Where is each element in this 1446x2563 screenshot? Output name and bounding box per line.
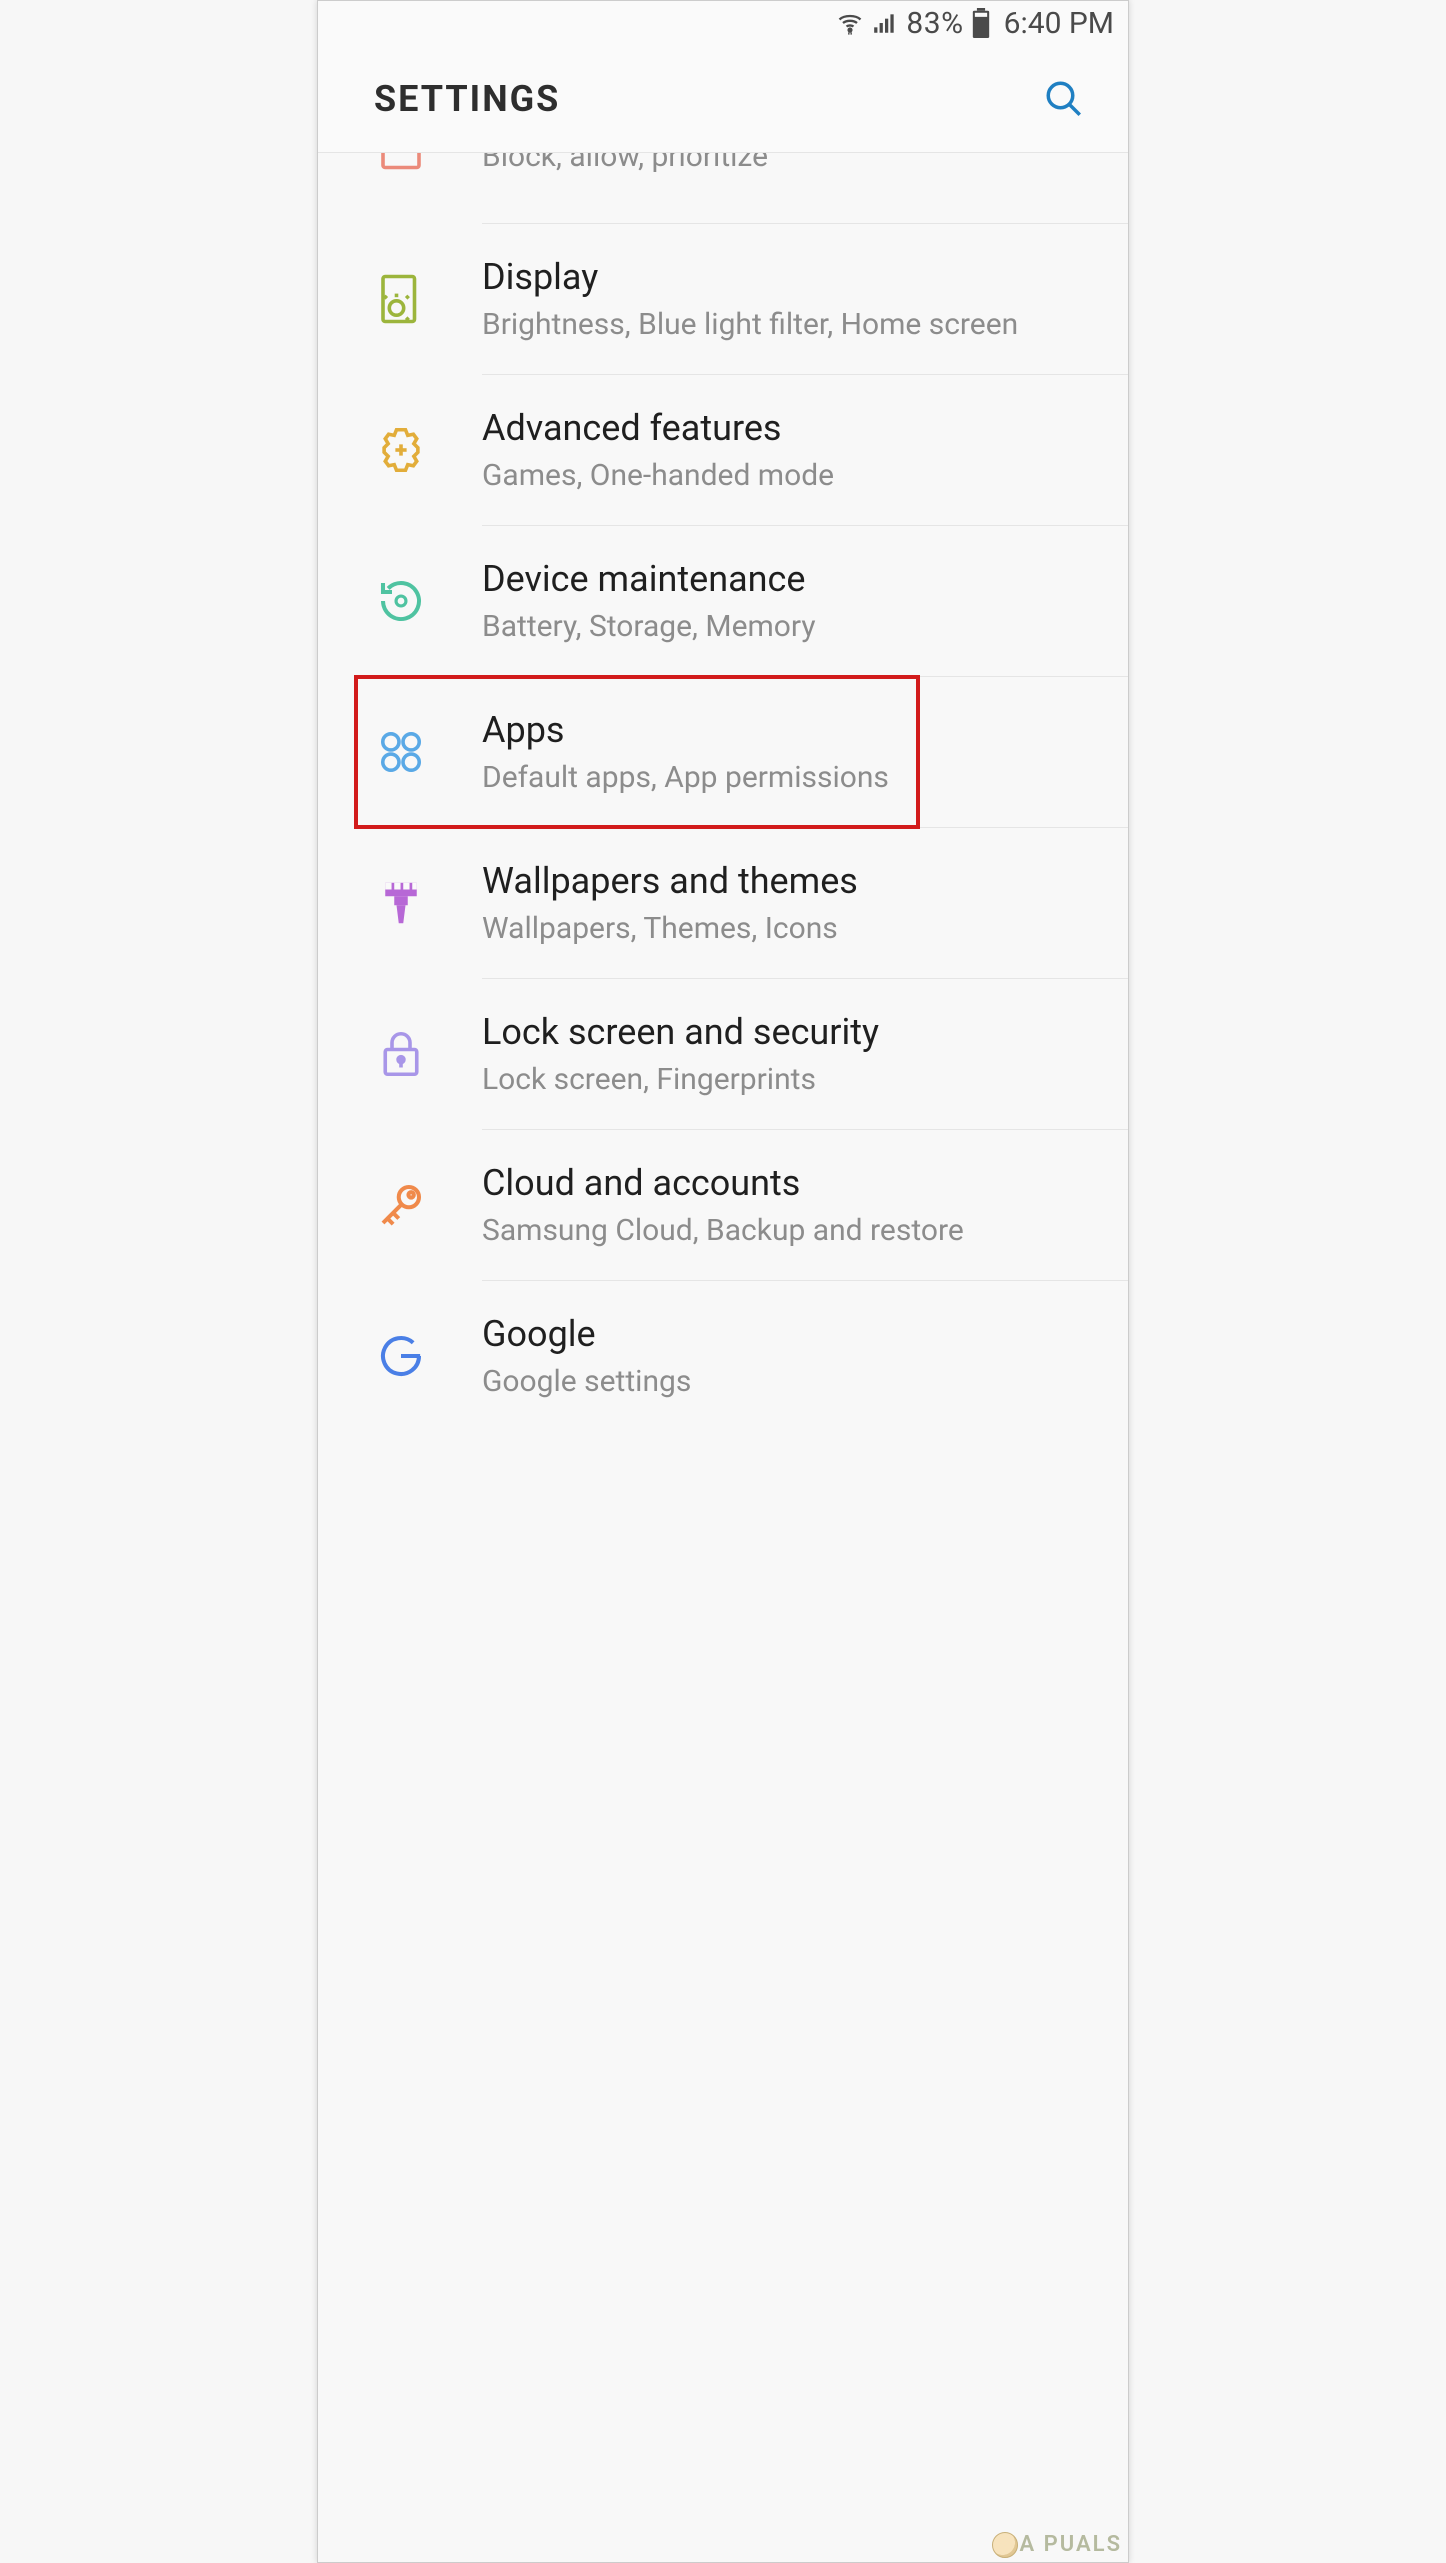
search-icon: [1043, 78, 1085, 120]
app-header: SETTINGS: [318, 45, 1128, 153]
google-g-icon: [374, 1329, 428, 1383]
item-subtitle: Games, One-handed mode: [482, 457, 1088, 495]
item-title: Cloud and accounts: [482, 1161, 1088, 1206]
gear-plus-icon: [374, 423, 428, 477]
settings-item-google[interactable]: Google Google settings: [318, 1281, 1128, 1431]
item-subtitle: Samsung Cloud, Backup and restore: [482, 1212, 1088, 1250]
item-subtitle: Lock screen, Fingerprints: [482, 1061, 1088, 1099]
lock-icon: [374, 1027, 428, 1081]
settings-item-notifications-partial[interactable]: Block, allow, prioritize: [318, 153, 1128, 223]
settings-item-maintenance[interactable]: Device maintenance Battery, Storage, Mem…: [318, 526, 1128, 676]
item-title: Device maintenance: [482, 557, 1088, 602]
display-icon: [374, 272, 428, 326]
clock-time: 6:40 PM: [1004, 6, 1114, 41]
battery-icon: [972, 8, 990, 38]
item-title: Wallpapers and themes: [482, 859, 1088, 904]
settings-item-wallpapers[interactable]: Wallpapers and themes Wallpapers, Themes…: [318, 828, 1128, 978]
status-bar: 83% 6:40 PM: [318, 1, 1128, 45]
settings-item-display[interactable]: Display Brightness, Blue light filter, H…: [318, 224, 1128, 374]
apps-grid-icon: [374, 725, 428, 779]
item-subtitle: Google settings: [482, 1363, 1088, 1401]
settings-item-apps[interactable]: Apps Default apps, App permissions: [318, 677, 1128, 827]
wifi-icon: [836, 9, 864, 37]
settings-item-cloud[interactable]: Cloud and accounts Samsung Cloud, Backup…: [318, 1130, 1128, 1280]
battery-percentage: 83%: [906, 6, 963, 41]
settings-screen: 83% 6:40 PM SETTINGS: [317, 0, 1129, 2563]
item-title: Display: [482, 255, 1088, 300]
item-subtitle: Battery, Storage, Memory: [482, 608, 1088, 646]
item-title: Advanced features: [482, 406, 1088, 451]
item-title: Apps: [482, 708, 1088, 753]
watermark: A PUALS: [992, 2532, 1122, 2558]
settings-item-lockscreen[interactable]: Lock screen and security Lock screen, Fi…: [318, 979, 1128, 1129]
signal-icon: [872, 10, 898, 36]
watermark-text: A PUALS: [1020, 2532, 1122, 2557]
page-title: SETTINGS: [374, 78, 560, 120]
settings-item-advanced[interactable]: Advanced features Games, One-handed mode: [318, 375, 1128, 525]
refresh-circle-icon: [374, 574, 428, 628]
item-subtitle: Default apps, App permissions: [482, 759, 1088, 797]
bell-icon: [374, 153, 428, 181]
item-subtitle: Wallpapers, Themes, Icons: [482, 910, 1088, 948]
search-button[interactable]: [1040, 75, 1088, 123]
item-title: Lock screen and security: [482, 1010, 1088, 1055]
brush-icon: [374, 876, 428, 930]
settings-list: Block, allow, prioritize Dis: [318, 153, 1128, 1431]
item-title: Google: [482, 1312, 1088, 1357]
item-subtitle: Block, allow, prioritize: [482, 153, 1088, 176]
key-icon: [374, 1178, 428, 1232]
item-subtitle: Brightness, Blue light filter, Home scre…: [482, 306, 1088, 344]
mascot-icon: [992, 2532, 1018, 2558]
